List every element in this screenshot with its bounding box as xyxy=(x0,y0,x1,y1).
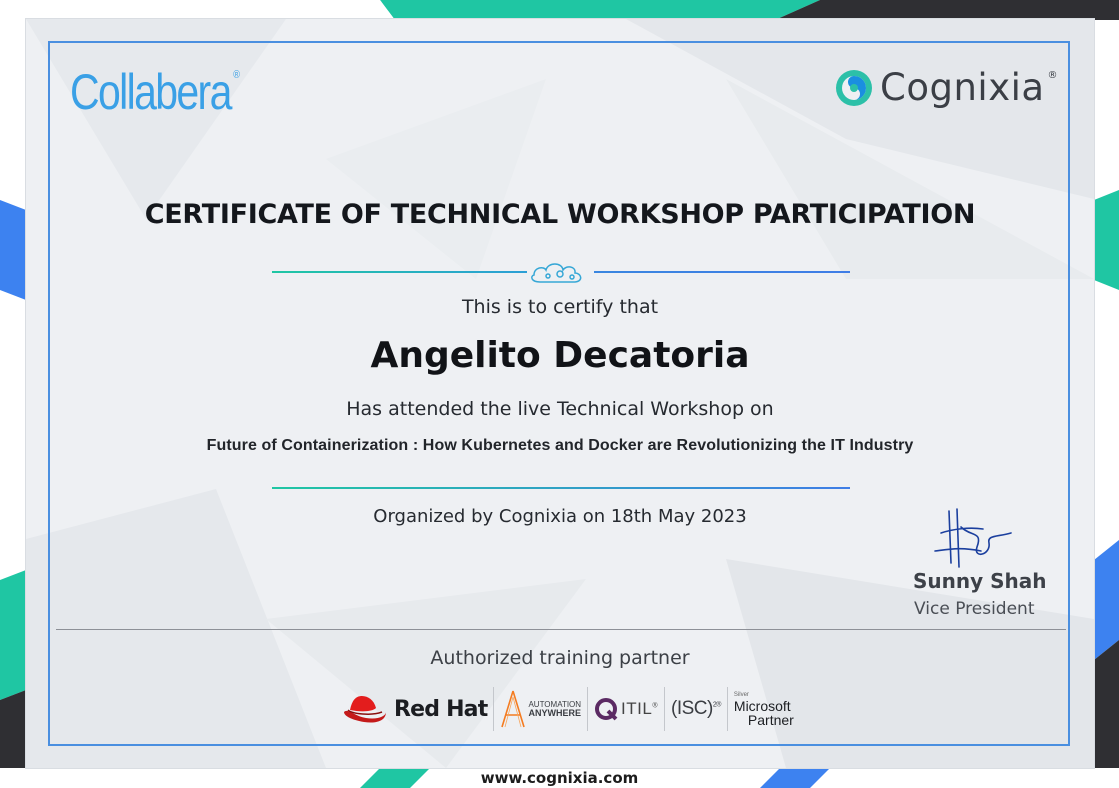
partner-separator xyxy=(587,687,589,731)
partner-separator xyxy=(664,687,666,731)
itil-logo: ITIL® xyxy=(594,697,658,721)
certificate-sheet: Collabera ® Cognixia ® CERTIFICATE OF TECH… xyxy=(26,19,1094,768)
partner-logos-row: Red Hat AUTOMATION ANYWHERE ITIL® (ISC)2®… xyxy=(342,683,794,735)
cognixia-logo: Cognixia ® xyxy=(834,66,1058,109)
cognixia-swirl-icon xyxy=(836,69,872,106)
partner-separator xyxy=(493,687,495,731)
automation-anywhere-icon xyxy=(501,690,526,728)
certify-statement: This is to certify that xyxy=(461,296,659,318)
attended-statement: Has attended the live Technical Workshop… xyxy=(346,398,774,420)
signatory-name: Sunny Shah xyxy=(913,569,1047,593)
workshop-topic: Future of Containerization : How Kuberne… xyxy=(206,437,914,454)
automation-anywhere-logo: AUTOMATION ANYWHERE xyxy=(500,689,581,729)
recipient-name: Angelito Decatoria xyxy=(370,335,750,376)
collabera-logo: Collabera ® xyxy=(70,64,240,120)
signatory-role: Vice President xyxy=(914,599,1035,619)
signature-icon xyxy=(934,508,1012,568)
topic-divider xyxy=(272,487,850,489)
certificate-title: CERTIFICATE OF TECHNICAL WORKSHOP PARTIC… xyxy=(144,199,976,230)
partner-separator xyxy=(726,687,728,731)
partners-divider xyxy=(56,629,1066,630)
cloud-ornament-icon xyxy=(531,263,582,283)
redhat-logo: Red Hat xyxy=(342,692,488,726)
title-divider xyxy=(272,263,850,283)
isc2-logo: (ISC)2® xyxy=(671,698,721,719)
itil-q-icon xyxy=(595,698,618,721)
microsoft-partner-logo: Silver Microsoft Partner xyxy=(733,691,794,728)
website-url[interactable]: www.cognixia.com xyxy=(0,769,1119,787)
redhat-hat-icon xyxy=(344,696,386,723)
inner-border-frame xyxy=(48,41,1070,746)
partners-label: Authorized training partner xyxy=(430,647,690,669)
